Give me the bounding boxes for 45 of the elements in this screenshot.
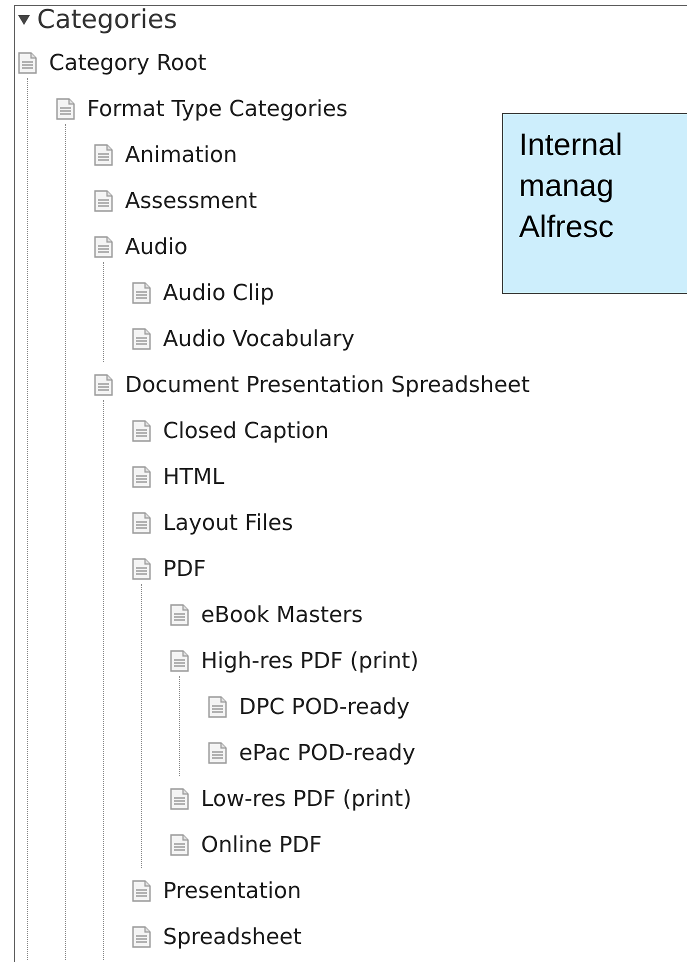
document-icon bbox=[94, 236, 113, 258]
tree-item[interactable]: Audio Vocabulary bbox=[163, 326, 354, 352]
tree-item[interactable]: Audio bbox=[125, 234, 188, 260]
callout-text: Alfresc bbox=[519, 208, 614, 246]
tree-item[interactable]: Document Presentation Spreadsheet bbox=[125, 372, 530, 398]
document-icon bbox=[94, 144, 113, 166]
tree-item[interactable]: Layout Files bbox=[163, 510, 294, 536]
document-icon bbox=[208, 696, 227, 718]
callout-text: manag bbox=[519, 167, 614, 205]
document-icon bbox=[132, 558, 151, 580]
tree-item[interactable]: Animation bbox=[125, 142, 238, 168]
tree-item[interactable]: Category Root bbox=[49, 50, 206, 76]
tree-item[interactable]: Presentation bbox=[163, 878, 302, 904]
tree-item[interactable]: Low-res PDF (print) bbox=[201, 786, 412, 812]
document-icon bbox=[56, 98, 75, 120]
tree-item[interactable]: Online PDF bbox=[201, 832, 322, 858]
document-icon bbox=[132, 926, 151, 948]
document-icon bbox=[170, 650, 189, 672]
document-icon bbox=[132, 282, 151, 304]
panel-title[interactable]: Categories bbox=[37, 7, 178, 33]
document-icon bbox=[132, 880, 151, 902]
document-icon bbox=[94, 374, 113, 396]
document-icon bbox=[170, 788, 189, 810]
tree-item[interactable]: Closed Caption bbox=[163, 418, 329, 444]
tree-item[interactable]: Spreadsheet bbox=[163, 924, 302, 950]
tree-item[interactable]: DPC POD-ready bbox=[239, 694, 410, 720]
document-icon bbox=[132, 420, 151, 442]
document-icon bbox=[132, 466, 151, 488]
tree-item[interactable]: Assessment bbox=[125, 188, 257, 214]
tree-item[interactable]: ePac POD-ready bbox=[239, 740, 416, 766]
callout-text: Internal bbox=[519, 126, 622, 164]
document-icon bbox=[170, 834, 189, 856]
tree-item[interactable]: PDF bbox=[163, 556, 206, 582]
collapse-icon[interactable] bbox=[18, 14, 30, 26]
tree-item[interactable]: eBook Masters bbox=[201, 602, 363, 628]
document-icon bbox=[18, 52, 37, 74]
document-icon bbox=[208, 742, 227, 764]
tree-item[interactable]: HTML bbox=[163, 464, 224, 490]
tree-item[interactable]: High-res PDF (print) bbox=[201, 648, 419, 674]
tree-item[interactable]: Format Type Categories bbox=[87, 96, 348, 122]
document-icon bbox=[132, 512, 151, 534]
tree-item[interactable]: Audio Clip bbox=[163, 280, 274, 306]
document-icon bbox=[94, 190, 113, 212]
document-icon bbox=[170, 604, 189, 626]
document-icon bbox=[132, 328, 151, 350]
